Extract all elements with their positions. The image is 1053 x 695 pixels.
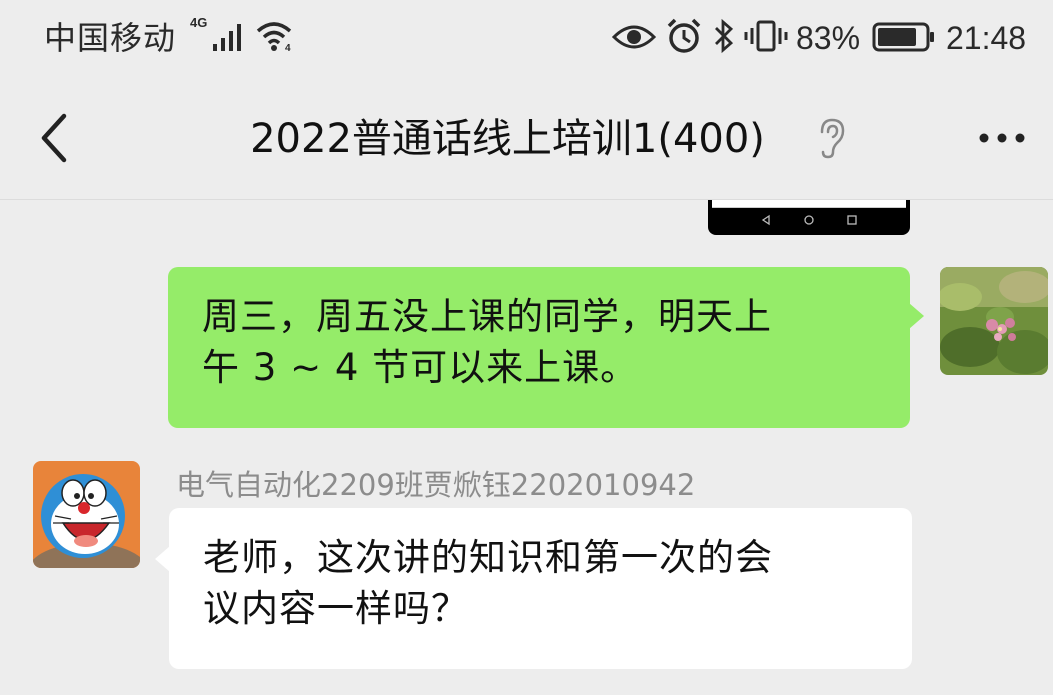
bluetooth-icon [715, 18, 734, 54]
nav-home-icon [804, 215, 814, 225]
alarm-icon [667, 18, 701, 53]
message-line: 午 3 ~ 4 节可以来上课。 [202, 346, 639, 389]
image-message[interactable] [708, 200, 910, 235]
sent-message-bubble[interactable]: 周三，周五没上课的同学，明天上 午 3 ~ 4 节可以来上课。 [168, 267, 924, 428]
chat-message-list[interactable]: 周三，周五没上课的同学，明天上 午 3 ~ 4 节可以来上课。 电气自动化220… [0, 200, 1053, 695]
chat-header: 2022普通话线上培训1(400) [0, 78, 1053, 200]
image-content [712, 200, 906, 208]
signal-icon [213, 24, 241, 51]
network-type: 4G [190, 15, 208, 30]
svg-text:4: 4 [285, 43, 291, 52]
chat-title: 2022普通话线上培训1(400) [250, 116, 765, 162]
wifi-icon: 4 [256, 22, 292, 52]
flower-avatar[interactable] [940, 267, 1048, 375]
received-message-bubble[interactable]: 老师，这次讲的知识和第一次的会 议内容一样吗？ [155, 508, 912, 669]
clock: 21:48 [946, 20, 1027, 56]
doraemon-avatar[interactable] [33, 461, 140, 568]
status-bar: 中国移动 4G 4 83% 21:48 [0, 0, 1053, 78]
nav-recent-icon [847, 215, 857, 225]
ear-icon [820, 118, 845, 159]
vibrate-icon [744, 20, 788, 52]
message-line: 议内容一样吗？ [203, 587, 469, 630]
message-line: 周三，周五没上课的同学，明天上 [202, 295, 772, 338]
more-dots-icon[interactable] [972, 118, 1032, 158]
sender-name: 电气自动化2209班贾焮钰2202010942 [176, 468, 696, 502]
battery-percent: 83% [796, 20, 861, 56]
nav-back-icon [761, 214, 770, 226]
battery-icon [872, 22, 934, 52]
message-line: 老师，这次讲的知识和第一次的会 [203, 536, 773, 579]
carrier-name: 中国移动 [44, 20, 177, 56]
eye-icon [612, 25, 656, 49]
